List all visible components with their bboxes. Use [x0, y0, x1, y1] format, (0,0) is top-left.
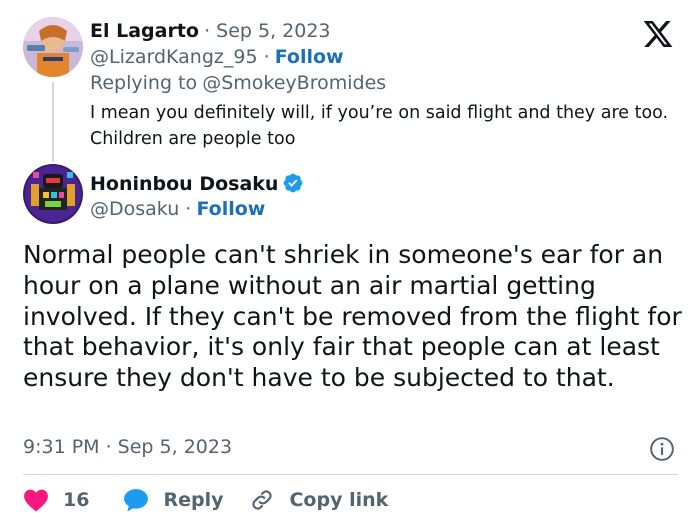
author-follow-link[interactable]: Follow [196, 198, 265, 220]
parent-handle[interactable]: @LizardKangz_95 · [90, 46, 270, 68]
parent-avatar-image [23, 17, 83, 77]
action-bar: 16 Reply Copy link [23, 486, 414, 514]
tweet-timestamp[interactable]: 9:31 PM · Sep 5, 2023 [23, 436, 232, 458]
like-button[interactable]: 16 [23, 488, 89, 512]
copy-link-label: Copy link [289, 489, 389, 511]
author-header: Honinbou Dosaku [90, 172, 304, 195]
x-logo-icon[interactable] [641, 18, 675, 50]
verified-badge-icon [284, 173, 303, 193]
parent-header: El Lagarto · Sep 5, 2023 [90, 20, 331, 42]
heart-icon [24, 489, 48, 512]
parent-follow-link[interactable]: Follow [275, 46, 344, 68]
reply-bubble-icon [124, 489, 149, 512]
like-count: 16 [63, 489, 90, 511]
link-icon [252, 490, 273, 510]
replying-to-prefix: Replying to [90, 72, 198, 94]
author-handle-row: @Dosaku · Follow [90, 198, 265, 220]
action-divider [23, 474, 678, 475]
info-icon[interactable] [649, 436, 675, 462]
main-tweet-text: Normal people can't shriek in someone's … [23, 240, 682, 393]
parent-avatar[interactable] [23, 17, 83, 77]
replying-to-handle[interactable]: @SmokeyBromides [202, 72, 386, 94]
author-avatar-image [23, 164, 83, 224]
reply-button[interactable]: Reply [123, 488, 223, 512]
author-display-name[interactable]: Honinbou Dosaku [90, 173, 278, 195]
parent-display-name[interactable]: El Lagarto [90, 20, 199, 42]
copy-link-button[interactable]: Copy link [249, 487, 388, 513]
author-handle[interactable]: @Dosaku · [90, 198, 191, 220]
parent-handle-row: @LizardKangz_95 · Follow [90, 46, 344, 68]
parent-tweet-text: I mean you definitely will, if you’re on… [90, 103, 669, 149]
thread-line [52, 82, 54, 162]
parent-date[interactable]: · Sep 5, 2023 [204, 20, 330, 42]
reply-label: Reply [163, 489, 224, 511]
replying-to: Replying to @SmokeyBromides [90, 72, 386, 94]
author-avatar[interactable] [23, 164, 83, 224]
